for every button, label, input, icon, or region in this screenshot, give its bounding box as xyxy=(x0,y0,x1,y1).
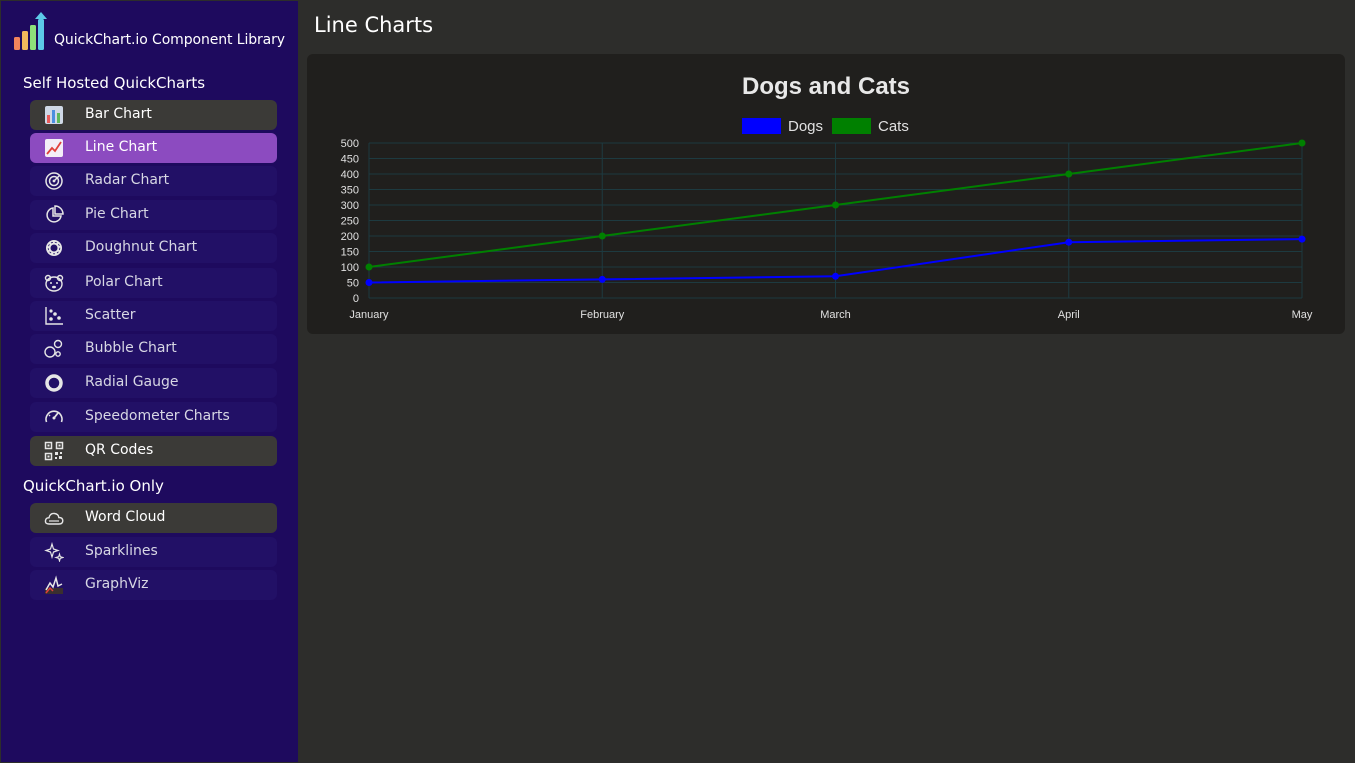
sidebar-item-doughnut-chart[interactable]: Doughnut Chart xyxy=(30,233,277,263)
sidebar: QuickChart.io Component Library Self Hos… xyxy=(1,1,298,762)
sidebar-item-line-chart[interactable]: Line Chart xyxy=(30,133,277,163)
y-tick-label: 450 xyxy=(341,154,359,166)
data-point-dogs xyxy=(1065,238,1073,246)
page-title: Line Charts xyxy=(314,13,434,37)
sidebar-item-label: Bubble Chart xyxy=(85,340,177,356)
x-tick-label: March xyxy=(820,309,851,321)
chart-title: Dogs and Cats xyxy=(742,73,910,100)
pie-chart-icon xyxy=(46,205,64,223)
legend-swatch-dogs xyxy=(742,118,781,134)
x-tick-label: February xyxy=(580,309,625,321)
legend-label-dogs: Dogs xyxy=(788,118,823,135)
graph-icon xyxy=(45,575,63,594)
y-tick-label: 400 xyxy=(341,169,359,181)
qr-code-icon xyxy=(44,441,64,461)
ring-icon xyxy=(45,374,63,392)
line-chart: Dogs and Cats Dogs Cats 0 50 100 150 200 250 300 3… xyxy=(341,73,1313,321)
y-tick-label: 200 xyxy=(341,231,359,243)
sidebar-item-radar-chart[interactable]: Radar Chart xyxy=(30,166,277,196)
sidebar-item-label: Radar Chart xyxy=(85,172,170,188)
cloud-icon xyxy=(44,512,64,525)
data-point-cats xyxy=(598,232,606,240)
sidebar-item-sparklines[interactable]: Sparklines xyxy=(30,537,277,567)
y-tick-label: 250 xyxy=(341,216,359,228)
bar-chart-icon xyxy=(45,106,63,124)
x-tick-label: April xyxy=(1058,309,1080,321)
sidebar-item-qr-codes[interactable]: QR Codes xyxy=(30,436,277,466)
sparkles-icon xyxy=(44,542,64,562)
sidebar-item-radial-gauge[interactable]: Radial Gauge xyxy=(30,368,277,398)
bar-chart-logo-icon xyxy=(14,12,47,50)
line-chart-icon xyxy=(45,139,63,157)
y-tick-label: 50 xyxy=(347,278,359,290)
legend-swatch-cats xyxy=(832,118,871,134)
radar-icon xyxy=(45,172,63,190)
sidebar-item-word-cloud[interactable]: Word Cloud xyxy=(30,503,277,533)
data-point-dogs xyxy=(1298,235,1306,243)
x-tick-label: January xyxy=(349,309,389,321)
scatter-icon xyxy=(45,307,63,325)
x-tick-label: May xyxy=(1292,309,1313,321)
doughnut-icon xyxy=(46,240,62,256)
data-point-cats xyxy=(1298,139,1306,147)
y-tick-label: 500 xyxy=(341,138,359,150)
y-tick-label: 350 xyxy=(341,185,359,197)
data-point-dogs xyxy=(365,279,373,286)
y-tick-label: 0 xyxy=(353,293,359,305)
polar-bear-icon xyxy=(44,274,64,292)
data-point-dogs xyxy=(598,275,606,283)
sidebar-item-label: QR Codes xyxy=(85,442,154,458)
chart-card: Dogs and Cats Dogs Cats 0 50 100 150 200 250 300 3… xyxy=(307,54,1345,334)
sidebar-item-label: Bar Chart xyxy=(85,106,152,122)
y-tick-label: 100 xyxy=(341,262,359,274)
sidebar-item-label: Scatter xyxy=(85,307,136,323)
sidebar-item-label: Radial Gauge xyxy=(85,374,179,390)
y-tick-label: 300 xyxy=(341,200,359,212)
sidebar-item-label: Pie Chart xyxy=(85,206,149,222)
sidebar-item-label: Doughnut Chart xyxy=(85,239,198,255)
sidebar-item-bubble-chart[interactable]: Bubble Chart xyxy=(30,334,277,364)
sidebar-item-label: Speedometer Charts xyxy=(85,408,230,424)
speedometer-icon xyxy=(45,410,63,423)
sidebar-item-label: Word Cloud xyxy=(85,509,166,525)
sidebar-item-pie-chart[interactable]: Pie Chart xyxy=(30,200,277,230)
data-point-cats xyxy=(1065,170,1073,178)
sidebar-item-label: Line Chart xyxy=(85,139,158,155)
sidebar-item-label: Polar Chart xyxy=(85,274,163,290)
sidebar-item-speedometer-charts[interactable]: Speedometer Charts xyxy=(30,402,277,432)
data-point-dogs xyxy=(832,272,839,280)
sidebar-item-bar-chart[interactable]: Bar Chart xyxy=(30,100,277,130)
brand[interactable]: QuickChart.io Component Library xyxy=(13,11,293,53)
section-heading-quickchart-io-only: QuickChart.io Only xyxy=(23,477,164,495)
y-tick-label: 150 xyxy=(341,247,359,259)
sidebar-item-label: GraphViz xyxy=(85,576,149,592)
brand-title: QuickChart.io Component Library xyxy=(54,32,285,48)
sidebar-item-graphviz[interactable]: GraphViz xyxy=(30,570,277,600)
sidebar-item-polar-chart[interactable]: Polar Chart xyxy=(30,268,277,298)
data-point-cats xyxy=(365,263,373,271)
sidebar-item-scatter[interactable]: Scatter xyxy=(30,301,277,331)
section-heading-self-hosted-quickcharts: Self Hosted QuickCharts xyxy=(23,74,206,92)
bubbles-icon xyxy=(44,339,63,358)
data-point-cats xyxy=(832,201,839,209)
legend-label-cats: Cats xyxy=(878,118,909,135)
sidebar-item-label: Sparklines xyxy=(85,543,158,559)
